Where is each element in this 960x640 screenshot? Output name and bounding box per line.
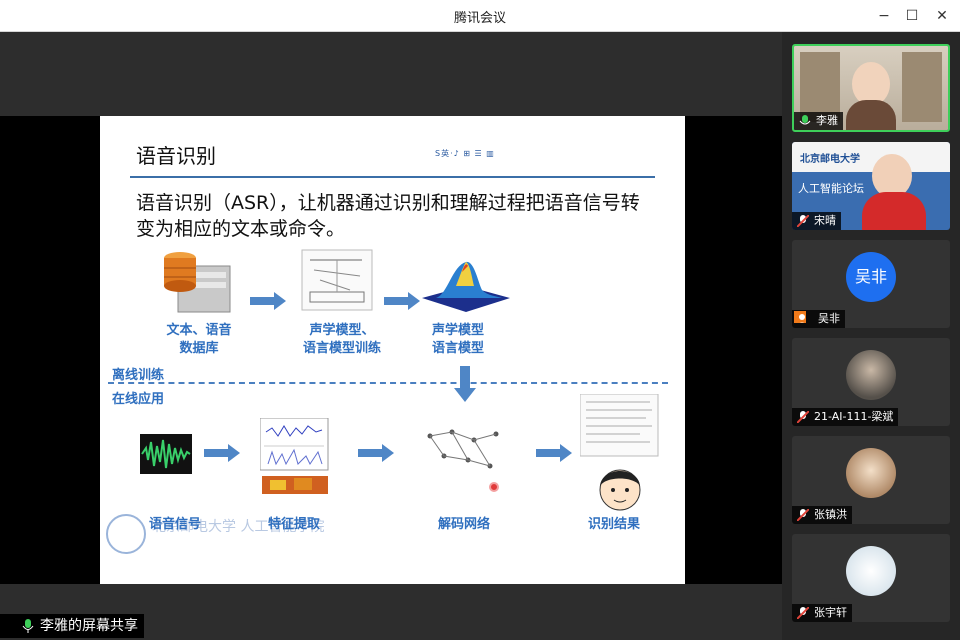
step-label-result: 识别结果 xyxy=(587,517,640,532)
mic-muted-icon xyxy=(797,509,809,521)
step-label-training: 声学模型、 语言模型训练 xyxy=(302,323,381,356)
participant-name: 李雅 xyxy=(794,112,843,130)
arrow-right-icon xyxy=(358,444,394,462)
decoding-network-icon xyxy=(422,422,504,482)
feature-extraction-icon xyxy=(260,418,329,494)
mic-muted-icon xyxy=(797,607,809,619)
waveform-icon xyxy=(140,434,192,474)
participant-tile[interactable]: 张宇轩 xyxy=(792,534,950,622)
section-divider xyxy=(108,382,668,384)
step-label-decoding: 解码网络 xyxy=(437,517,490,532)
participant-tile[interactable]: 张镇洪 xyxy=(792,436,950,524)
arrow-down-icon xyxy=(454,366,476,402)
step-label-database: 文本、语音 数据库 xyxy=(166,323,232,356)
banner-header: 北京邮电大学 xyxy=(792,142,950,172)
step-label-signal: 语音信号 xyxy=(148,517,201,532)
photo-avatar xyxy=(846,448,896,498)
participant-name: 张宇轩 xyxy=(792,604,852,622)
database-server-icon xyxy=(164,252,231,313)
laser-pointer xyxy=(489,482,499,492)
text-avatar: 吴非 xyxy=(846,252,896,302)
participant-panel: 李雅 北京邮电大学 人工智能论坛 宋晴 吴非 吴非 21-AI-111-梁斌 张… xyxy=(782,32,960,640)
screen-share-label: 李雅的屏幕共享 xyxy=(40,618,138,634)
close-icon[interactable]: ✕ xyxy=(932,6,952,26)
photo-avatar xyxy=(846,546,896,596)
banner-school: 北京邮电大学 xyxy=(800,154,860,165)
online-application-label: 在线应用 xyxy=(112,392,165,407)
model-surface-icon xyxy=(422,261,510,312)
participant-body xyxy=(862,192,926,230)
photo-avatar xyxy=(846,350,896,400)
presentation-slide: 语音识别 S英·♪ ⊞ ☰ ▥ 语音识别（ASR），让机器通过识别和理解过程把语… xyxy=(100,116,685,584)
slide-description: 语音识别（ASR），让机器通过识别和理解过程把语音信号转变为相应的文本或命令。 xyxy=(136,192,640,240)
slide-divider xyxy=(130,176,655,178)
mic-muted-icon xyxy=(797,411,809,423)
step-label-features: 特征提取 xyxy=(267,517,320,532)
minimize-icon[interactable]: − xyxy=(874,6,894,26)
screen-share-stage: 语音识别 S英·♪ ⊞ ☰ ▥ 语音识别（ASR），让机器通过识别和理解过程把语… xyxy=(0,116,782,584)
slide-toolbar-logo: S英·♪ ⊞ ☰ ▥ xyxy=(435,149,495,158)
participant-name: 宋晴 xyxy=(792,212,841,230)
maximize-icon[interactable]: ☐ xyxy=(902,6,922,26)
mic-on-icon xyxy=(22,619,34,633)
recognition-result-icon xyxy=(580,394,659,511)
mic-on-icon xyxy=(799,115,811,125)
banner-text: 人工智能论坛 xyxy=(798,182,864,195)
arrow-right-icon xyxy=(536,444,572,462)
arrow-right-icon xyxy=(384,292,420,310)
participant-tile[interactable]: 21-AI-111-梁斌 xyxy=(792,338,950,426)
shared-screen-area: 语音识别 S英·♪ ⊞ ☰ ▥ 语音识别（ASR），让机器通过识别和理解过程把语… xyxy=(0,32,782,640)
participant-tile[interactable]: 北京邮电大学 人工智能论坛 宋晴 xyxy=(792,142,950,230)
bookshelf xyxy=(902,52,942,122)
arrow-right-icon xyxy=(204,444,240,462)
participant-name: 21-AI-111-梁斌 xyxy=(792,408,899,426)
arrow-right-icon xyxy=(250,292,286,310)
participant-name: 吴非 xyxy=(792,310,845,328)
user-icon xyxy=(794,311,806,323)
screen-share-status: 李雅的屏幕共享 xyxy=(0,614,144,638)
offline-training-label: 离线训练 xyxy=(112,368,165,383)
participant-body xyxy=(846,100,896,130)
mic-muted-icon xyxy=(797,215,809,227)
title-bar: 腾讯会议 − ☐ ✕ xyxy=(0,0,960,32)
participant-tile[interactable]: 吴非 吴非 xyxy=(792,240,950,328)
participant-tile[interactable]: 李雅 xyxy=(792,44,950,132)
training-diagram-icon xyxy=(301,249,373,311)
step-label-models: 声学模型 语言模型 xyxy=(431,323,484,356)
participant-name: 张镇洪 xyxy=(792,506,852,524)
window-title: 腾讯会议 xyxy=(453,11,506,26)
slide-heading: 语音识别 xyxy=(136,144,216,168)
